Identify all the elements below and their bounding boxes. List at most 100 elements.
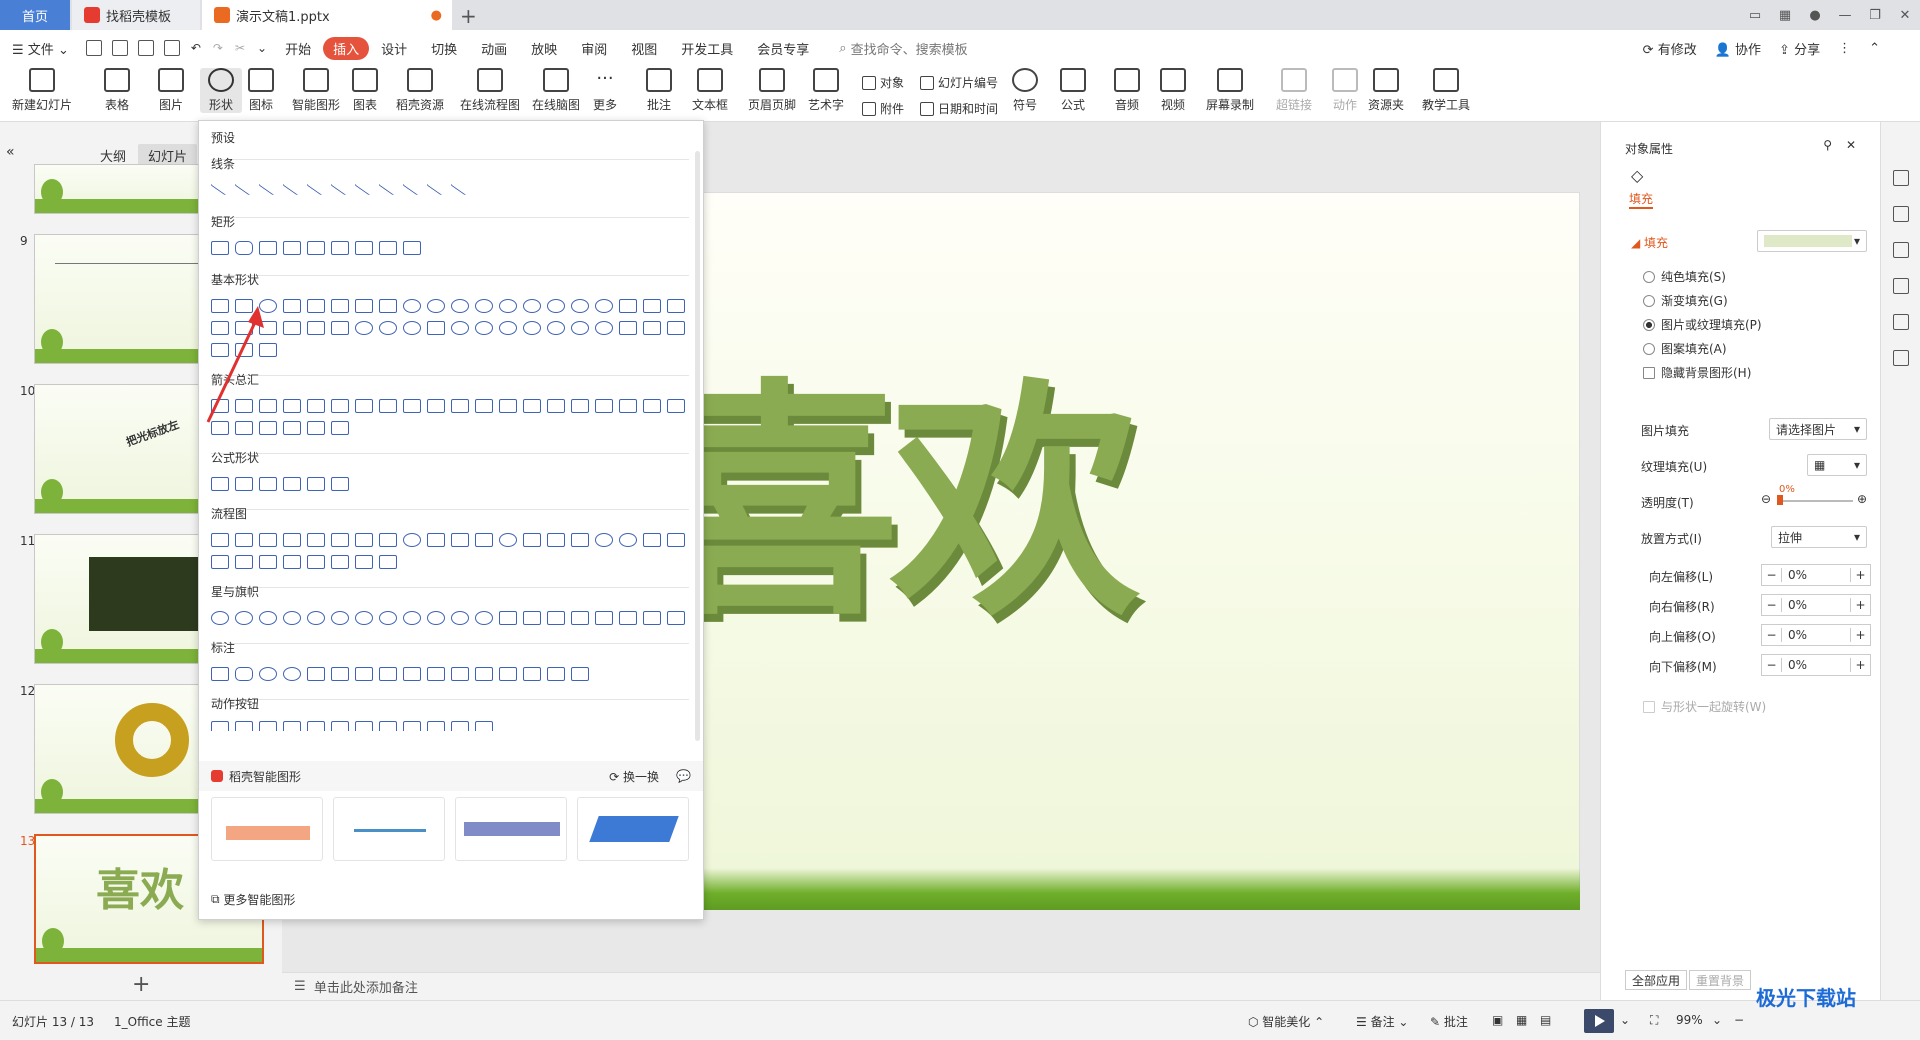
collapse-ribbon-icon[interactable]: ⌃ [1869,41,1880,56]
double-arrow-line-shape[interactable] [258,178,278,196]
action-home-shape[interactable] [307,721,325,731]
triangle-shape[interactable] [283,299,301,313]
curve-arrow-shape[interactable] [354,178,374,196]
pentagon-arrow-shape[interactable] [643,399,661,413]
flow-card-shape[interactable] [547,533,565,547]
star-6-shape[interactable] [307,611,325,625]
diamond-shape[interactable] [379,299,397,313]
flow-sequential-shape[interactable] [307,555,325,569]
offset-down-stepper[interactable]: −0% + [1761,654,1871,676]
more-quick-icon[interactable]: ⌄ [257,41,267,55]
fill-preview-select[interactable]: ▾ [1757,230,1867,252]
fit-window-icon[interactable]: ⛶ [1650,1013,1658,1028]
action-info-shape[interactable] [331,721,349,731]
flow-decision-shape[interactable] [259,533,277,547]
export-icon[interactable] [111,40,128,56]
action-document-shape[interactable] [403,721,421,731]
object-button[interactable]: 对象 [862,74,904,91]
plus-icon[interactable]: + [1850,568,1870,582]
round-single-shape[interactable] [331,241,349,255]
l-shape[interactable] [667,299,685,313]
flow-or-shape[interactable] [619,533,637,547]
folded-corner-shape[interactable] [427,321,445,335]
fill-section-toggle[interactable]: ◢ 填充 [1631,234,1668,251]
flow-internal-storage-shape[interactable] [331,533,349,547]
book-icon[interactable] [1893,350,1909,366]
cloud-shape[interactable] [571,321,589,335]
online-mind-button[interactable]: 在线脑图 [532,68,580,113]
attach-button[interactable]: 附件 [862,100,904,117]
hyperlink-button[interactable]: 超链接 [1276,68,1312,113]
striped-right-arrow-shape[interactable] [595,399,613,413]
menu-design[interactable]: 设计 [369,39,419,58]
flow-merge-shape[interactable] [235,555,253,569]
print-icon[interactable] [137,40,154,56]
arc-shape[interactable] [595,321,613,335]
textbox-button[interactable]: 文本框 [692,68,728,113]
elbow-connector-shape[interactable] [282,178,302,196]
add-slide-icon[interactable]: + [132,972,150,997]
left-right-arrow-shape[interactable] [307,399,325,413]
menu-view[interactable]: 视图 [619,39,669,58]
symbol-button[interactable]: 符号 [1012,68,1038,113]
line-shape[interactable] [210,178,230,196]
flow-extract-shape[interactable] [211,555,229,569]
sorter-view-icon[interactable]: ▦ [1516,1013,1527,1027]
comment-button[interactable]: 批注 [646,68,672,113]
bent-up-arrow-shape[interactable] [475,399,493,413]
half-frame-shape[interactable] [643,299,661,313]
radio-gradient-fill[interactable]: 渐变填充(G) [1643,292,1728,309]
reading-view-icon[interactable]: ▤ [1540,1013,1551,1027]
curved-down-arrow-shape[interactable] [571,399,589,413]
zoom-level[interactable]: 99% [1676,1013,1703,1027]
video-button[interactable]: 视频 [1160,68,1186,113]
border-callout-2-shape[interactable] [475,667,493,681]
up-down-arrow-shape[interactable] [331,399,349,413]
screen-record-button[interactable]: 屏幕录制 [1206,68,1254,113]
left-right-up-arrow-shape[interactable] [379,399,397,413]
flow-punched-tape-shape[interactable] [571,533,589,547]
image-icon[interactable] [1893,278,1909,294]
donut-shape[interactable] [355,321,373,335]
vertical-scroll-shape[interactable] [595,611,613,625]
down-arrow-shape[interactable] [283,399,301,413]
shape-button[interactable]: 形状 [200,68,242,113]
circular-arrow-shape[interactable] [331,421,349,435]
action-movie-shape[interactable] [379,721,397,731]
flow-connector-shape[interactable] [499,533,517,547]
quad-arrow-shape[interactable] [355,399,373,413]
divide-shape[interactable] [283,477,301,491]
menu-start[interactable]: 开始 [273,39,323,58]
line-callout-3-shape[interactable] [355,667,373,681]
rect-shape[interactable] [211,241,229,255]
layout-icon[interactable]: ▭ [1740,8,1770,23]
accent-border-callout-1-shape[interactable] [523,667,541,681]
accent-callout-3-shape[interactable] [427,667,445,681]
more-button[interactable]: ··· 更多 [592,68,618,113]
minimize-icon[interactable]: — [1830,8,1860,23]
pentagon-shape[interactable] [403,299,421,313]
curve-shape[interactable] [402,178,422,196]
star-32-shape[interactable] [475,611,493,625]
close-panel-icon[interactable]: ✕ [1846,138,1856,152]
snip-rect-shape[interactable] [259,241,277,255]
flow-process-shape[interactable] [211,533,229,547]
flow-magnetic-disk-shape[interactable] [331,555,349,569]
border-callout-3-shape[interactable] [499,667,517,681]
cloud-callout-shape[interactable] [283,667,301,681]
smart-card-2[interactable] [333,797,445,861]
play-button[interactable] [1584,1009,1614,1033]
star-10-shape[interactable] [379,611,397,625]
transparency-plus-icon[interactable]: ⊕ [1857,492,1867,506]
rotate-with-shape-checkbox[interactable]: 与形状一起旋转(W) [1643,698,1766,715]
radio-solid-fill[interactable]: 纯色填充(S) [1643,268,1726,285]
rounded-rect-shape[interactable] [235,241,253,255]
hexagon-shape[interactable] [427,299,445,313]
offset-up-stepper[interactable]: −0% + [1761,624,1871,646]
flow-terminator-shape[interactable] [403,533,421,547]
star-4-shape[interactable] [259,611,277,625]
border-callout-1-shape[interactable] [451,667,469,681]
menu-transition[interactable]: 切换 [419,39,469,58]
accent-callout-2-shape[interactable] [403,667,421,681]
more-smart-graphic-button[interactable]: ⧉ 更多智能图形 [211,891,295,908]
